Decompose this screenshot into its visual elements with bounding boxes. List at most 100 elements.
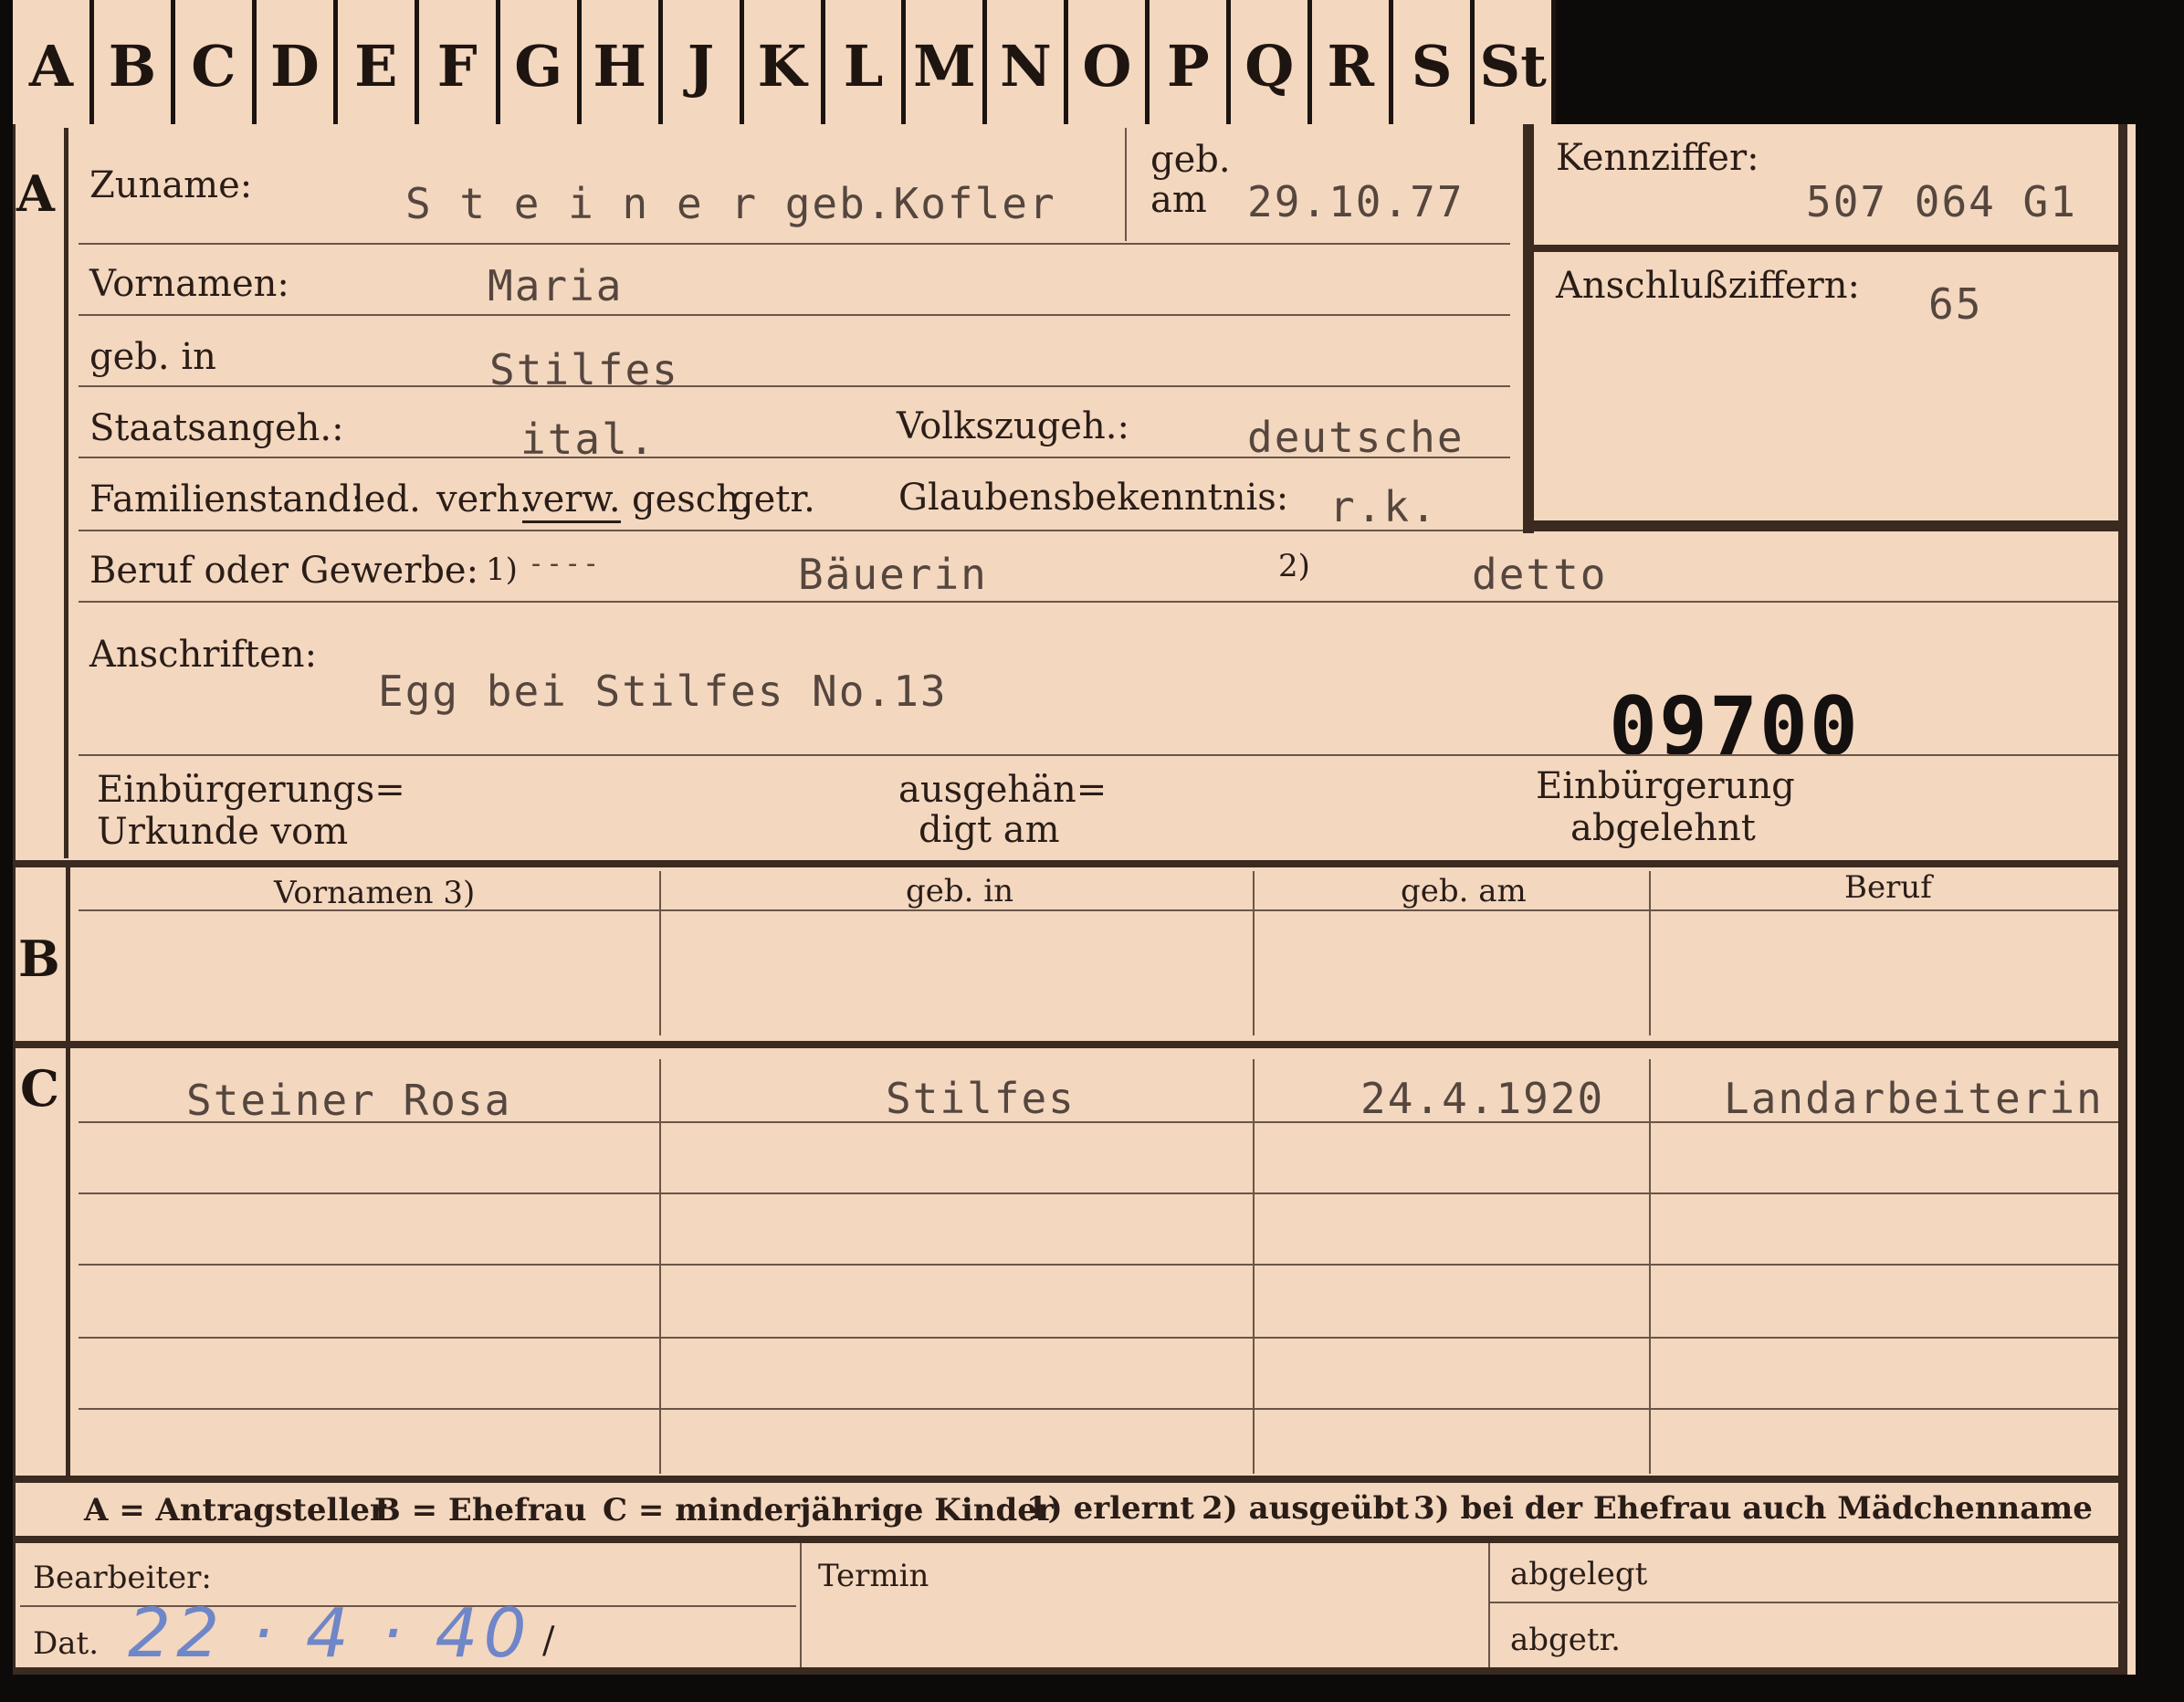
link-value: 65: [1928, 279, 1983, 329]
index-tab-j[interactable]: J: [662, 0, 744, 124]
naturalization-cert-label-1: Einbürgerungs=: [97, 769, 405, 811]
c-row-1-birthdate: 24.4.1920: [1360, 1074, 1605, 1123]
practiced-mark: 2): [1278, 548, 1310, 584]
index-tab-g[interactable]: G: [499, 0, 582, 124]
religion-label: Glaubensbekenntnis:: [898, 477, 1289, 519]
learned-mark: 1): [486, 552, 518, 588]
c-row-line: [79, 1121, 2118, 1123]
footer-divider: [800, 1543, 802, 1671]
birthplace-label: geb. in: [89, 336, 216, 378]
citizenship-label: Staatsangeh.:: [89, 407, 344, 449]
first-names-label: Vornamen:: [89, 263, 289, 305]
c-row-line: [79, 1264, 2118, 1266]
born-divider: [1125, 128, 1127, 241]
id-label: Kennziffer:: [1556, 137, 1759, 179]
marital-option-separated: getr.: [730, 478, 815, 520]
legend-b: B = Ehefrau: [374, 1492, 587, 1529]
row-line: [79, 909, 2118, 911]
born-value: 29.10.77: [1247, 177, 1465, 226]
id-box-left-border: [1523, 124, 1534, 533]
handed-label-1: ausgehän=: [898, 769, 1108, 811]
born-label-1: geb.: [1150, 139, 1231, 181]
ethnicity-label: Volkszugeh.:: [897, 405, 1129, 447]
naturalization-cert-label-2: Urkunde vom: [97, 811, 349, 853]
col-divider: [659, 871, 661, 1035]
footer-line: [1490, 1602, 2120, 1603]
index-tab-s[interactable]: S: [1393, 0, 1475, 124]
legend-note-1: 1) erlernt: [1026, 1490, 1195, 1527]
row-line: [79, 754, 2118, 756]
born-label-2: am: [1150, 179, 1207, 221]
learned-dash: ----: [528, 548, 602, 580]
id-value: 507 064 G1: [1806, 177, 2077, 226]
legend-a: A = Antragsteller: [84, 1492, 386, 1529]
handed-label-2: digt am: [919, 809, 1060, 851]
card-bottom-border: [13, 1667, 2127, 1675]
row-line: [79, 457, 1510, 458]
section-b-top-border: [13, 860, 2127, 867]
row-line: [79, 385, 1510, 387]
index-tab-p[interactable]: P: [1150, 0, 1232, 124]
b-col-first-names: Vornamen 3): [274, 875, 476, 911]
index-tab-st[interactable]: St: [1475, 0, 1557, 124]
religion-value: r.k.: [1329, 482, 1438, 531]
ethnicity-value: deutsche: [1247, 413, 1465, 462]
index-tab-b[interactable]: B: [93, 0, 175, 124]
b-col-birthplace: geb. in: [906, 873, 1014, 909]
c-row-line: [79, 1337, 2118, 1339]
id-box-bottom-border: [1523, 520, 2120, 531]
footer-top-border: [13, 1536, 2127, 1543]
index-tab-a[interactable]: A: [13, 0, 94, 124]
index-tab-l[interactable]: L: [824, 0, 907, 124]
section-a-marker: A: [16, 164, 55, 223]
section-a-bar: [64, 128, 68, 858]
date-label: Dat.: [33, 1625, 100, 1662]
card-right-edge: [2118, 124, 2127, 1675]
section-b-marker: B: [18, 930, 60, 988]
learned-profession-value: Bäuerin: [798, 550, 988, 599]
col-divider: [1649, 871, 1651, 1035]
index-tab-c[interactable]: C: [174, 0, 257, 124]
address-value: Egg bei Stilfes No.13: [378, 667, 948, 716]
legend-note-3: 3) bei der Ehefrau auch Mädchenname: [1413, 1490, 2093, 1527]
index-tab-h[interactable]: H: [581, 0, 663, 124]
profession-label: Beruf oder Gewerbe:: [89, 550, 479, 592]
first-names-value: Maria: [488, 261, 624, 310]
row-line: [79, 314, 1510, 316]
deadline-label: Termin: [818, 1558, 929, 1594]
legend-note-2: 2) ausgeübt: [1202, 1490, 1410, 1527]
section-c-marker: C: [20, 1059, 59, 1118]
section-b-bar: [66, 867, 70, 1041]
address-label: Anschriften:: [89, 634, 318, 676]
b-col-profession: Beruf: [1844, 869, 1932, 906]
c-row-1-profession: Landarbeiterin: [1724, 1074, 2104, 1123]
col-divider: [1253, 871, 1255, 1035]
index-tab-d[interactable]: D: [256, 0, 338, 124]
row-line: [79, 530, 1523, 531]
surname-label: Zuname:: [89, 164, 253, 206]
index-tab-k[interactable]: K: [743, 0, 825, 124]
legend-c: C = minderjährige Kinder: [603, 1492, 1054, 1529]
marital-option-single: led.: [352, 478, 421, 520]
clerk-label: Bearbeiter:: [33, 1560, 212, 1596]
index-tab-r[interactable]: R: [1312, 0, 1394, 124]
col-divider: [659, 1059, 661, 1474]
naturalization-denied-label-1: Einbürgerung: [1536, 765, 1795, 807]
index-tab-e[interactable]: E: [337, 0, 419, 124]
index-tab-f[interactable]: F: [418, 0, 500, 124]
index-tab-o[interactable]: O: [1068, 0, 1150, 124]
practiced-profession-value: detto: [1472, 550, 1608, 599]
section-c-bar: [66, 1048, 70, 1477]
marital-label: Familienstand:: [89, 478, 363, 520]
col-divider: [1253, 1059, 1255, 1474]
index-tab-n[interactable]: N: [987, 0, 1069, 124]
legend-top-border: [13, 1476, 2127, 1483]
index-tab-q[interactable]: Q: [1231, 0, 1313, 124]
index-tabs: A B C D E F G H J K L M N O P Q R S St: [13, 0, 1557, 124]
footer-divider: [1488, 1543, 1490, 1671]
c-row-line: [79, 1192, 2118, 1194]
index-tab-m[interactable]: M: [906, 0, 988, 124]
c-row-1-name: Steiner Rosa: [186, 1076, 512, 1125]
b-col-birthdate: geb. am: [1401, 873, 1527, 909]
surname-value: S t e i n e r geb.Kofler: [405, 179, 1056, 228]
